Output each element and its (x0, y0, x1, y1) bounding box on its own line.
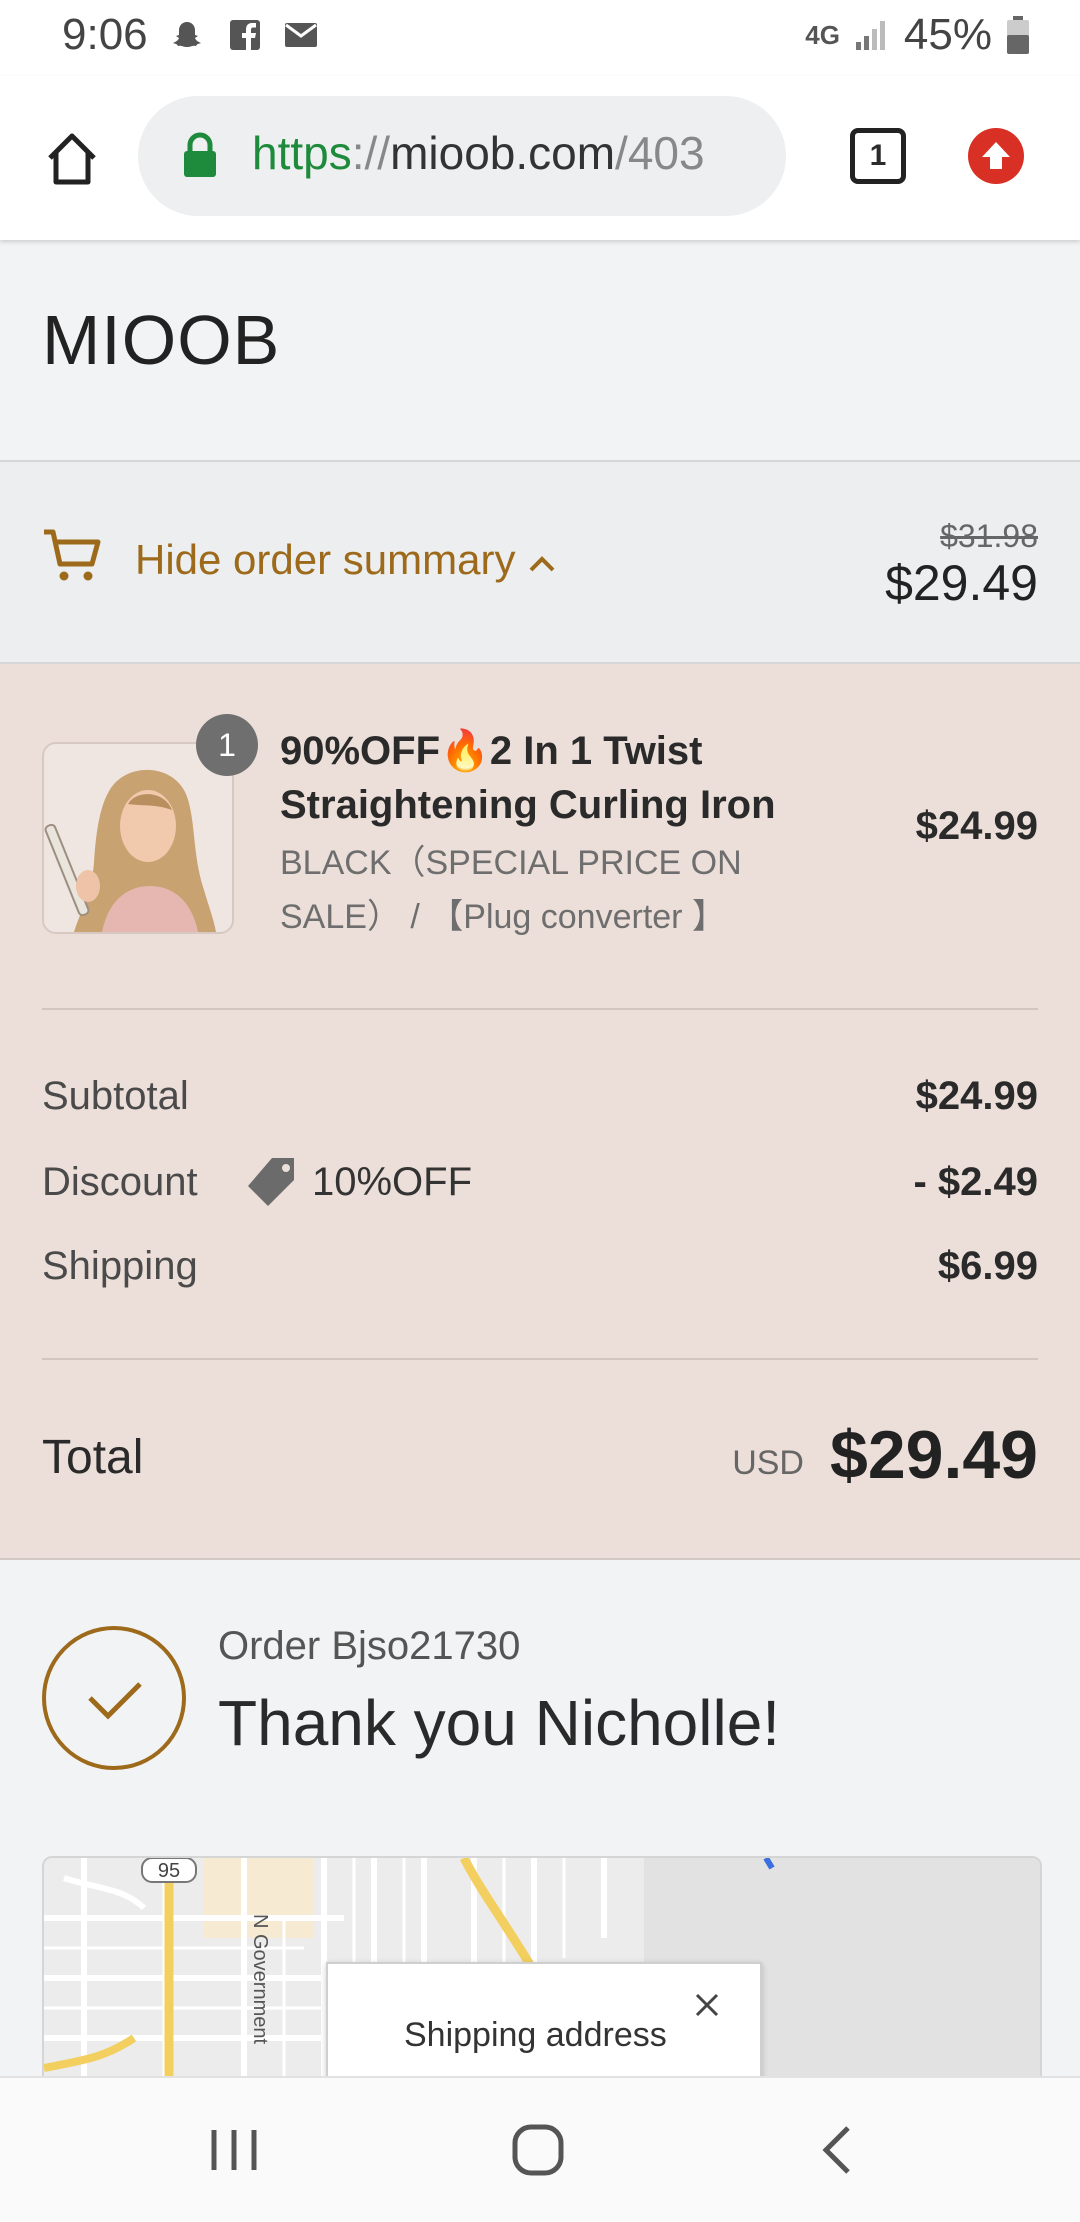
thank-you-heading: Thank you Nicholle! (218, 1687, 781, 1759)
summary-price: $29.49 (885, 555, 1038, 611)
discount-code: 10%OFF (312, 1160, 473, 1204)
status-right: 4G 45% (805, 10, 1030, 60)
back-icon[interactable] (818, 2124, 858, 2176)
subtotal-label: Subtotal (42, 1074, 189, 1118)
shipping-value: $6.99 (937, 1244, 1038, 1288)
update-button[interactable] (968, 128, 1024, 184)
cart-icon (44, 529, 101, 581)
product-variant: BLACK（SPECIAL PRICE ON SALE） / 【Plug con… (280, 844, 742, 936)
street-label: N Government (249, 1914, 271, 2044)
hide-summary-label[interactable]: Hide order summary (135, 536, 557, 584)
url-host: mioob.com (390, 127, 616, 179)
total-value: $29.49 (830, 1417, 1038, 1493)
facebook-icon (230, 20, 260, 50)
original-price: $31.98 (940, 518, 1038, 554)
product-thumbnail (42, 742, 234, 934)
order-summary-panel: 1 90%OFF🔥2 In 1 Twist Straightening Curl… (0, 664, 1080, 1560)
tab-switcher-button[interactable]: 1 (850, 128, 906, 184)
lock-icon (184, 132, 216, 177)
system-navigation-bar (0, 2076, 1080, 2222)
shipping-address-label: Shipping address (404, 2016, 667, 2054)
signal-icon (855, 21, 885, 50)
url-bar[interactable]: https://mioob.com/403 (138, 96, 786, 216)
total-label: Total (42, 1431, 144, 1484)
battery-icon (1007, 16, 1029, 54)
discount-label: Discount (42, 1160, 198, 1204)
order-number: Order Bjso21730 (218, 1624, 521, 1668)
checkmark-icon (88, 1682, 142, 1720)
hide-summary-text: Hide order summary (135, 536, 516, 583)
product-title: 90%OFF🔥2 In 1 Twist Straightening Curlin… (280, 729, 776, 827)
home-icon[interactable] (42, 128, 102, 188)
url-scheme: https (252, 127, 352, 179)
divider (42, 1358, 1038, 1360)
subtotal-value: $24.99 (915, 1074, 1038, 1118)
arrow-up-icon (982, 142, 1010, 169)
url-separator: :// (351, 127, 391, 179)
currency-label: USD (732, 1444, 804, 1482)
route-shield-label: 95 (158, 1860, 180, 1882)
home-nav-icon[interactable] (510, 2122, 566, 2178)
close-icon[interactable] (690, 1988, 724, 2022)
snapchat-icon (173, 22, 201, 47)
order-summary-toggle[interactable]: Hide order summary $31.98 $29.49 (0, 462, 1080, 662)
mail-icon (285, 23, 317, 47)
url-text: https://mioob.com/403 (252, 126, 705, 180)
chevron-up-icon (529, 556, 555, 572)
recent-apps-icon[interactable] (208, 2124, 260, 2176)
clock: 9:06 (62, 10, 148, 59)
store-name[interactable]: MIOOB (42, 300, 280, 380)
shipping-label: Shipping (42, 1244, 198, 1288)
url-path: /403 (615, 127, 705, 179)
discount-value: - $2.49 (913, 1160, 1038, 1204)
product-price: $24.99 (915, 804, 1038, 848)
battery-percent: 45% (903, 10, 992, 59)
browser-toolbar: https://mioob.com/403 1 (0, 76, 1080, 240)
tag-icon (248, 1158, 294, 1206)
status-bar: 9:06 4G 45% (0, 0, 1080, 76)
checkmark-circle (42, 1626, 186, 1770)
divider (42, 1008, 1038, 1010)
shipping-address-popup: Shipping address (326, 1962, 762, 2086)
product-image (44, 744, 232, 932)
quantity-badge: 1 (196, 714, 258, 776)
network-indicator: 4G (805, 19, 840, 50)
